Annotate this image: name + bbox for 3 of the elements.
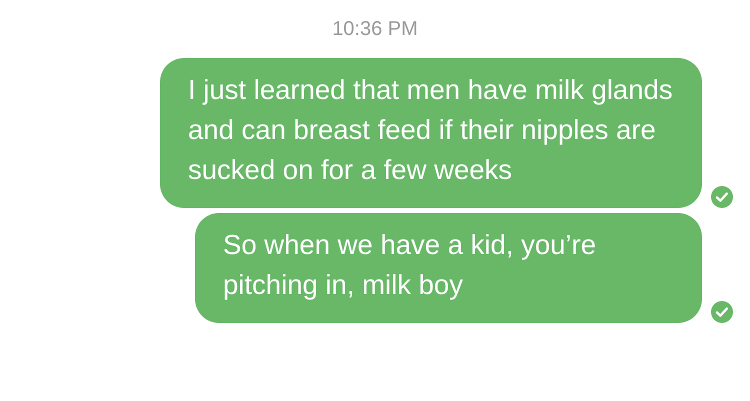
message-bubble: I just learned that men have milk glands and can breast feed if their nipples are sucked on for a few weeks: [160, 58, 702, 208]
timestamp: 10:36 PM: [332, 18, 418, 40]
message-bubble: So when we have a kid, you’re pitching in, milk boy: [195, 213, 702, 323]
